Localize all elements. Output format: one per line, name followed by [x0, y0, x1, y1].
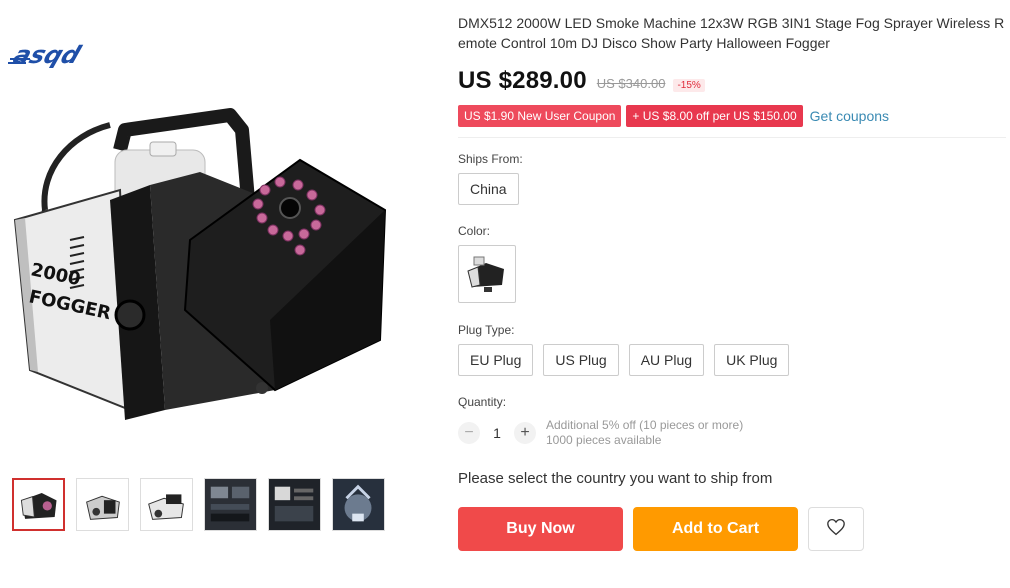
current-price: US $289.00	[458, 67, 587, 94]
color-section: Color:	[458, 224, 1010, 303]
svg-text:asqd: asqd	[10, 41, 85, 69]
buy-now-button[interactable]: Buy Now	[458, 507, 623, 551]
plug-type-label: Plug Type:	[458, 323, 515, 337]
thumbnail-6[interactable]	[332, 478, 385, 531]
thumbnail-4[interactable]	[204, 478, 257, 531]
add-to-cart-button[interactable]: Add to Cart	[633, 507, 798, 551]
shipping-country-prompt: Please select the country you want to sh…	[458, 470, 773, 487]
store-coupon[interactable]: + US $8.00 off per US $150.00	[626, 105, 803, 127]
purchase-actions: Buy Now Add to Cart	[458, 507, 1010, 551]
thumbnail-2[interactable]	[76, 478, 129, 531]
main-product-image[interactable]: 2000 FOGGER	[0, 90, 400, 430]
ships-from-label: Ships From:	[458, 152, 523, 166]
brand-logo: asqd	[6, 40, 96, 70]
plug-option-eu[interactable]: EU Plug	[458, 344, 534, 376]
thumbnail-1[interactable]	[12, 478, 65, 531]
plug-type-section: Plug Type: EU Plug US Plug AU Plug UK Plug	[458, 323, 1010, 376]
ships-from-section: Ships From: China	[458, 152, 1010, 205]
price-row: US $289.00 US $340.00 -15%	[458, 67, 1010, 95]
thumbnail-5[interactable]	[268, 478, 321, 531]
quantity-increase-button[interactable]: +	[514, 422, 536, 444]
wishlist-button[interactable]	[808, 507, 864, 551]
plug-option-uk[interactable]: UK Plug	[714, 344, 790, 376]
coupon-row: US $1.90 New User Coupon + US $8.00 off …	[458, 105, 1006, 138]
color-option-swatch[interactable]	[458, 245, 516, 303]
plug-option-us[interactable]: US Plug	[543, 344, 619, 376]
bulk-discount-note: Additional 5% off (10 pieces or more)	[546, 418, 744, 432]
product-gallery: asqd 2000 FOGGER	[0, 0, 400, 588]
product-title: DMX512 2000W LED Smoke Machine 12x3W RGB…	[458, 15, 1005, 51]
discount-badge: -15%	[673, 79, 705, 92]
product-info: DMX512 2000W LED Smoke Machine 12x3W RGB…	[458, 0, 1010, 551]
quantity-decrease-button[interactable]: −	[458, 422, 480, 444]
new-user-coupon[interactable]: US $1.90 New User Coupon	[458, 105, 622, 127]
stock-available-note: 1000 pieces available	[546, 433, 662, 447]
quantity-input[interactable]: 1	[480, 425, 514, 441]
quantity-notes: Additional 5% off (10 pieces or more) 10…	[546, 418, 743, 448]
quantity-section: Quantity: − 1 + Additional 5% off (10 pi…	[458, 395, 1010, 448]
original-price: US $340.00	[596, 76, 666, 91]
get-coupons-link[interactable]: Get coupons	[810, 108, 889, 124]
plug-option-au[interactable]: AU Plug	[628, 344, 705, 376]
color-label: Color:	[458, 224, 491, 238]
ships-from-option-china[interactable]: China	[458, 173, 519, 205]
thumbnail-strip	[12, 478, 385, 531]
quantity-label: Quantity:	[458, 395, 507, 409]
heart-icon	[826, 518, 846, 541]
thumbnail-3[interactable]	[140, 478, 193, 531]
